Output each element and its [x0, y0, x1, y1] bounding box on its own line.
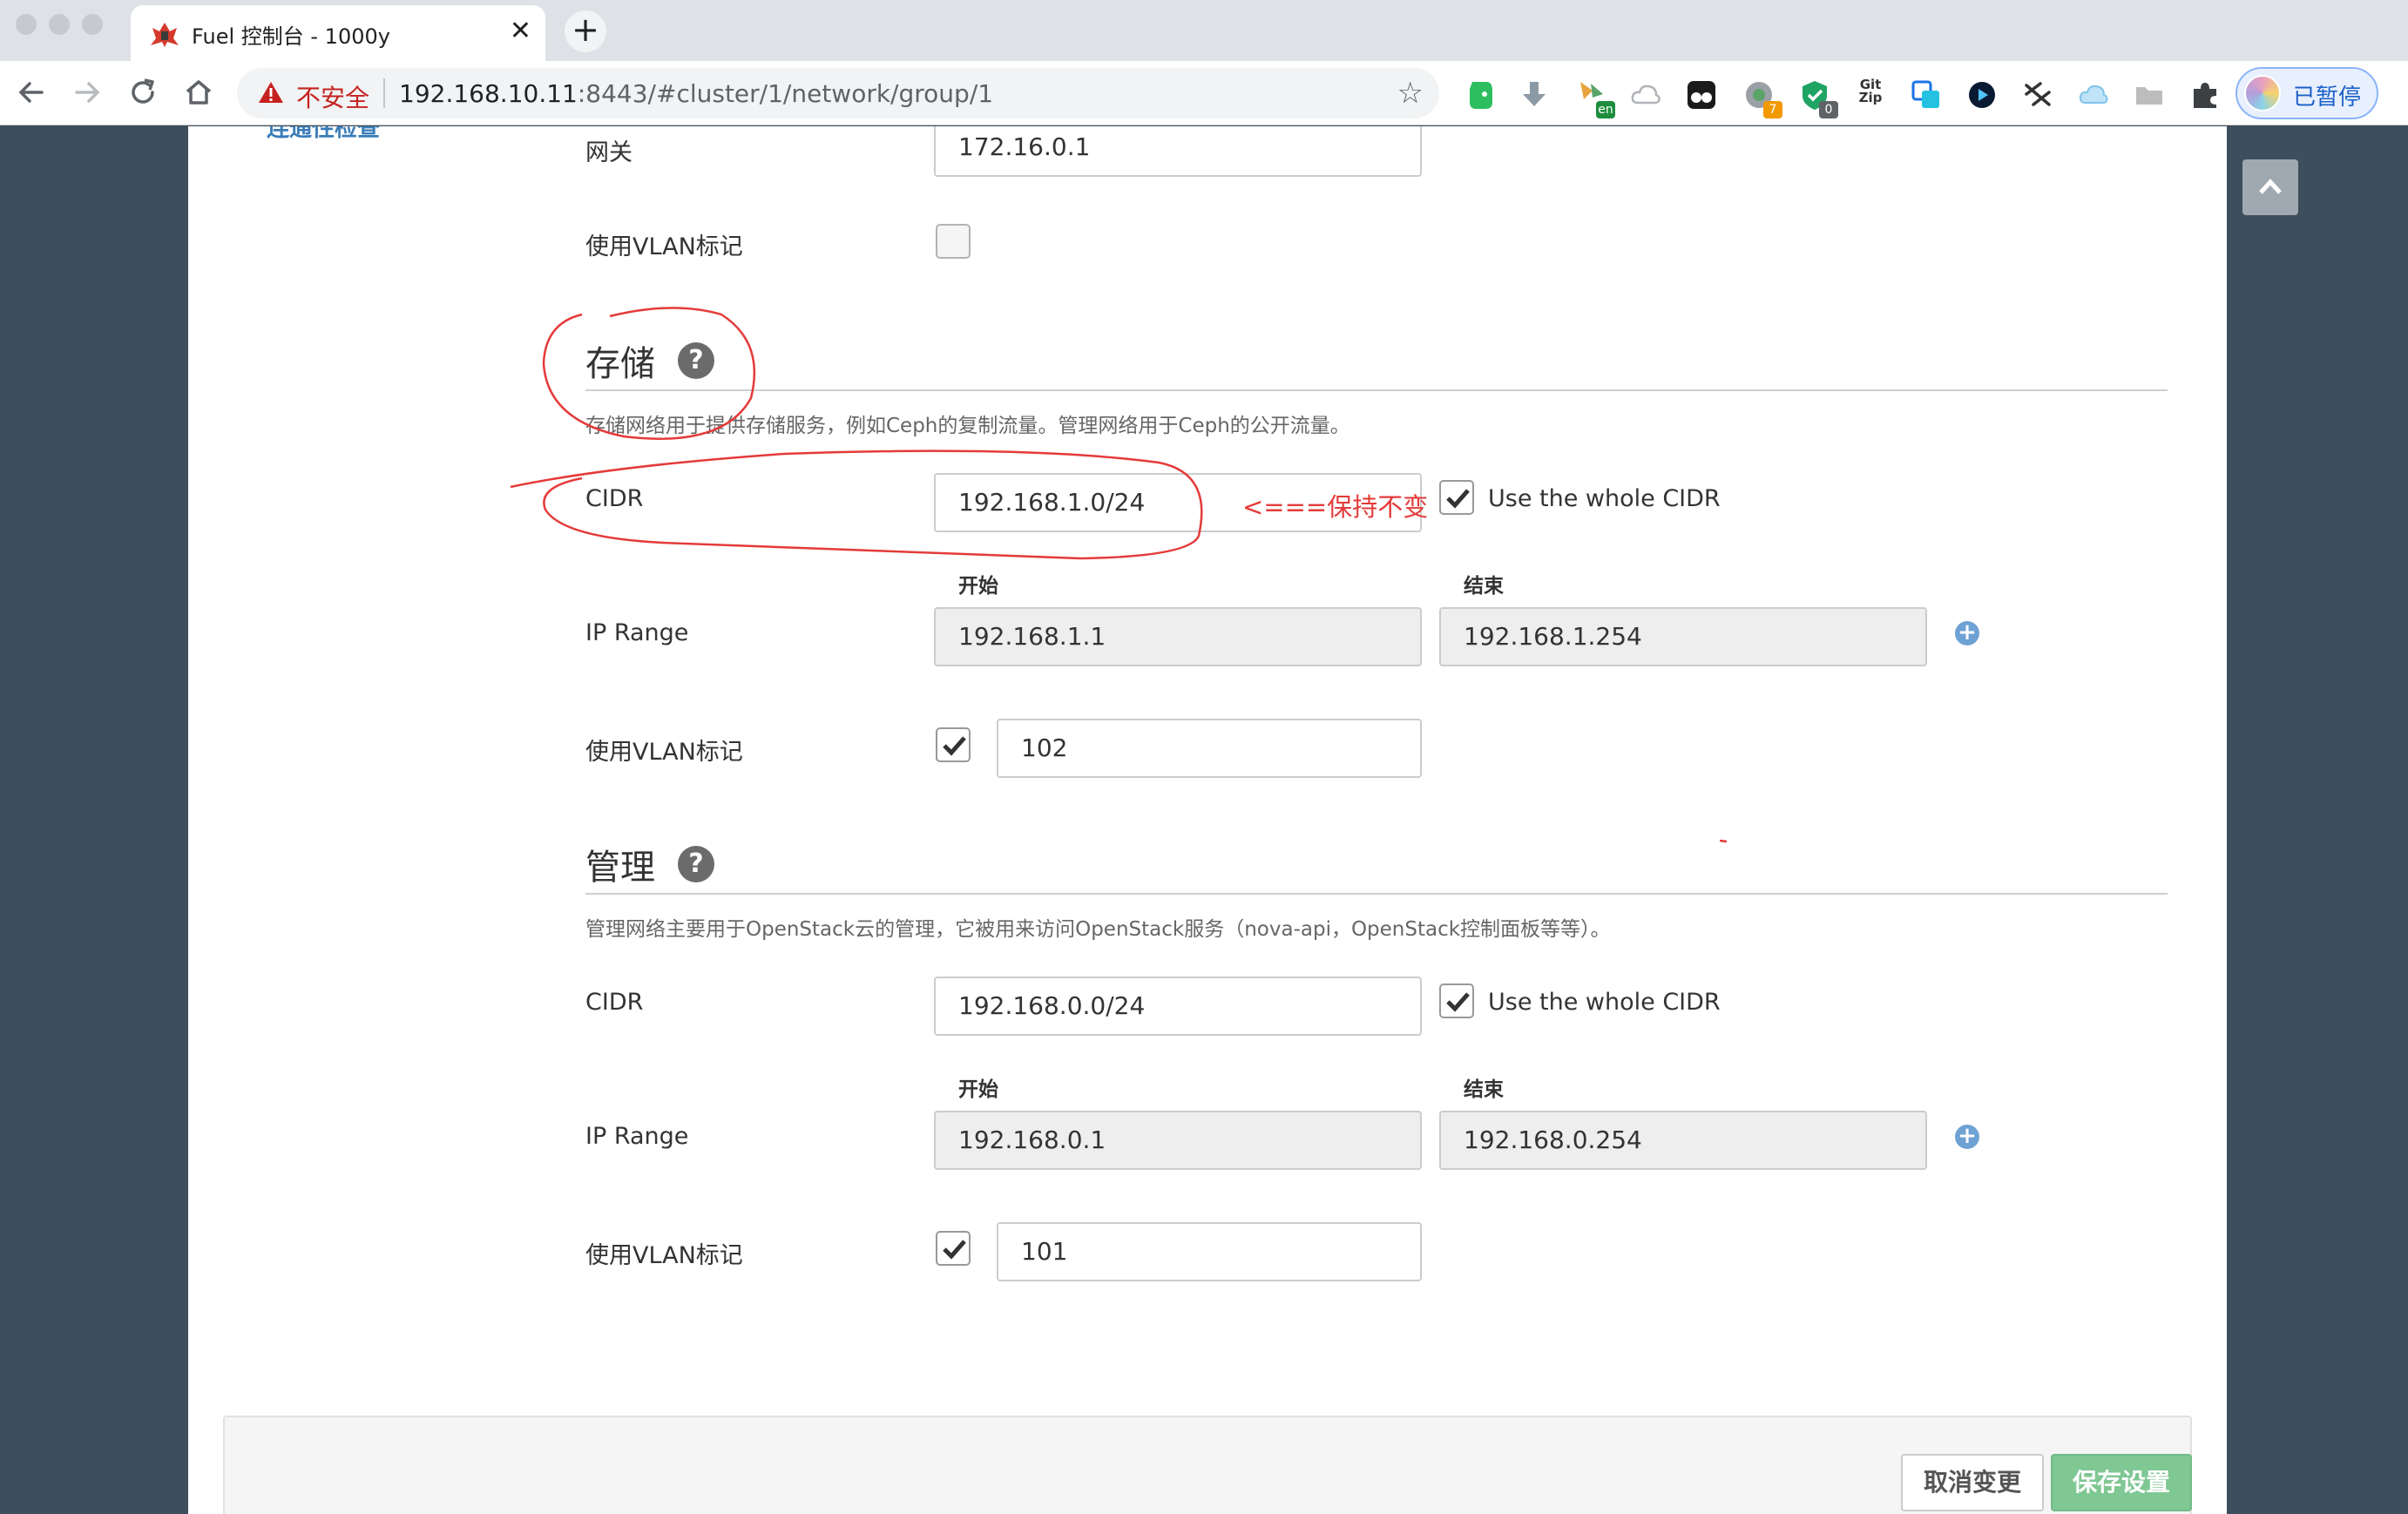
management-range-start-input[interactable]: 192.168.0.1 [934, 1111, 1422, 1170]
evernote-extension-icon[interactable] [1464, 78, 1497, 112]
save-settings-button[interactable]: 保存设置 [2051, 1454, 2192, 1511]
management-cidr-input[interactable]: 192.168.0.0/24 [934, 977, 1422, 1036]
warning-triangle-icon[interactable] [258, 80, 284, 105]
translate-badge: en [1596, 101, 1615, 118]
forward-button[interactable] [70, 75, 105, 110]
extension-badge-0: 0 [1819, 101, 1838, 118]
storage-whole-cidr-checkbox[interactable] [1439, 480, 1474, 515]
arrow-right-icon [75, 82, 100, 103]
storage-vlan-label: 使用VLAN标记 [585, 739, 743, 766]
checkmark-icon [1446, 489, 1470, 509]
url-host: 192.168.10.11 [399, 79, 578, 108]
checkmark-icon [943, 736, 966, 756]
settings-footer: 取消变更 保存设置 [223, 1416, 2192, 1514]
window-close-dot[interactable] [16, 14, 37, 35]
gitzip-extension-icon[interactable]: Git Zip [1854, 78, 1887, 112]
chrome-extension-icon[interactable]: 7 [1742, 78, 1782, 118]
storage-start-header: 开始 [958, 575, 998, 598]
reload-icon [132, 78, 154, 104]
checkmark-icon [943, 1240, 966, 1260]
management-vlan-label: 使用VLAN标记 [585, 1242, 743, 1269]
browser-tab-active[interactable]: Fuel 控制台 - 1000y ✕ [131, 5, 545, 61]
browser-tab-bar: Fuel 控制台 - 1000y ✕ + [0, 0, 2408, 61]
back-button[interactable] [14, 75, 49, 110]
chevron-up-icon [2259, 179, 2282, 194]
media-extension-icon[interactable] [1965, 78, 1999, 112]
scroll-to-top-button[interactable] [2242, 159, 2298, 215]
translate-extension-icon[interactable]: en [1575, 78, 1615, 118]
profile-paused-button[interactable]: 已暂停 [2236, 67, 2378, 119]
storage-description: 存储网络用于提供存储服务，例如Ceph的复制流量。管理网络用于Ceph的公开流量… [585, 415, 1350, 437]
storage-section-title: 存储 [585, 344, 655, 384]
arrow-left-icon [18, 82, 44, 103]
management-whole-cidr-checkbox[interactable] [1439, 983, 1474, 1018]
window-minimize-dot[interactable] [49, 14, 70, 35]
url-path: :8443/#cluster/1/network/group/1 [577, 79, 994, 108]
extension-badge-7: 7 [1763, 101, 1782, 118]
checkmark-icon [1446, 992, 1470, 1012]
page-viewport: 连通性检查 网关 172.16.0.1 使用VLAN标记 存储 ? 存储网络用于… [0, 126, 2408, 1514]
storage-help-icon[interactable]: ? [678, 342, 714, 379]
management-start-header: 开始 [958, 1078, 998, 1101]
avatar [2244, 75, 2281, 112]
home-icon [186, 80, 212, 105]
management-section-title: 管理 [585, 848, 655, 888]
url-separator [383, 78, 385, 108]
network-settings-panel: 连通性检查 网关 172.16.0.1 使用VLAN标记 存储 ? 存储网络用于… [188, 126, 2227, 1514]
storage-ip-range-label: IP Range [585, 619, 689, 646]
browser-toolbar: 不安全 192.168.10.11:8443/#cluster/1/networ… [0, 61, 2408, 125]
management-range-end-input[interactable]: 192.168.0.254 [1439, 1111, 1927, 1170]
storage-range-start-input[interactable]: 192.168.1.1 [934, 607, 1422, 666]
home-button[interactable] [181, 75, 216, 110]
gateway-label: 网关 [585, 139, 632, 166]
storage-whole-cidr-label: Use the whole CIDR [1488, 485, 1721, 512]
management-add-range-icon[interactable]: + [1955, 1125, 1979, 1149]
management-vlan-checkbox[interactable] [936, 1231, 971, 1266]
storage-vlan-input[interactable]: 102 [997, 719, 1422, 778]
storage-divider [585, 389, 2168, 391]
cancel-changes-button[interactable]: 取消变更 [1901, 1454, 2044, 1511]
gateway-vlan-checkbox[interactable] [936, 224, 971, 259]
management-whole-cidr-label: Use the whole CIDR [1488, 989, 1721, 1016]
new-tab-button[interactable]: + [565, 10, 606, 52]
gateway-vlan-label: 使用VLAN标记 [585, 233, 743, 260]
address-bar[interactable]: 不安全 192.168.10.11:8443/#cluster/1/networ… [237, 68, 1439, 118]
keep-unchanged-note: <===保持不变 [1242, 492, 1429, 522]
cloud-extension-icon[interactable] [1629, 78, 1662, 112]
cloud-sync-extension-icon[interactable] [2077, 78, 2110, 112]
storage-range-end-input[interactable]: 192.168.1.254 [1439, 607, 1927, 666]
reload-button[interactable] [125, 75, 160, 110]
bookmark-star-icon[interactable]: ☆ [1397, 78, 1424, 108]
storage-add-range-icon[interactable]: + [1955, 621, 1979, 645]
storage-end-header: 结束 [1464, 575, 1504, 598]
management-divider [585, 893, 2168, 895]
profile-status-label: 已暂停 [2293, 84, 2362, 111]
connectivity-check-link[interactable]: 连通性检查 [267, 126, 380, 143]
storage-cidr-label: CIDR [585, 485, 644, 512]
folder-extension-icon[interactable] [2133, 78, 2166, 112]
management-vlan-input[interactable]: 101 [997, 1222, 1422, 1281]
management-end-header: 结束 [1464, 1078, 1504, 1101]
tab-close-icon[interactable]: ✕ [510, 16, 531, 47]
tab-title: Fuel 控制台 - 1000y [192, 24, 390, 49]
management-ip-range-label: IP Range [585, 1123, 689, 1150]
tampermonkey-extension-icon[interactable] [1685, 78, 1718, 112]
tools-extension-icon[interactable] [2021, 78, 2054, 112]
download-extension-icon[interactable] [1518, 78, 1551, 112]
url-text[interactable]: 192.168.10.11:8443/#cluster/1/network/gr… [399, 79, 993, 108]
gateway-input[interactable]: 172.16.0.1 [934, 126, 1422, 177]
window-zoom-dot[interactable] [82, 14, 103, 35]
storage-vlan-checkbox[interactable] [936, 727, 971, 762]
management-help-icon[interactable]: ? [678, 846, 714, 882]
puzzle-extensions-icon[interactable] [2188, 78, 2222, 112]
fuel-favicon-icon [151, 23, 179, 47]
security-status[interactable]: 不安全 [296, 79, 369, 114]
shield-extension-icon[interactable]: 0 [1798, 78, 1838, 118]
management-cidr-label: CIDR [585, 989, 644, 1016]
screen-capture-extension-icon[interactable] [1910, 78, 1943, 112]
management-description: 管理网络主要用于OpenStack云的管理，它被用来访问OpenStack服务（… [585, 918, 1611, 941]
